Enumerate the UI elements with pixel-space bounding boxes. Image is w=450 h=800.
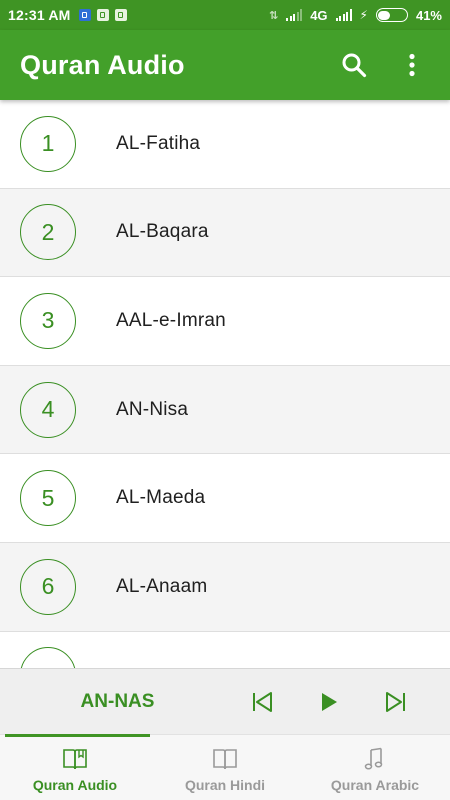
signal-icon [335,9,352,21]
vpn-icon [78,9,91,21]
network-type: 4G [310,7,328,23]
nav-tab-quran-hindi[interactable]: Quran Hindi [150,735,300,800]
overflow-menu-button[interactable] [394,47,430,83]
play-button[interactable] [311,684,347,720]
shield-icon [114,9,127,21]
signal-icon [286,9,303,21]
bottom-navigation: Quran Audio Quran Hindi Quran Arabic [0,734,450,800]
previous-button[interactable] [245,684,281,720]
list-item[interactable]: 5 AL-Maeda [0,454,450,543]
nav-label: Quran Audio [32,776,118,793]
surah-name: AL-Maeda [116,487,206,509]
status-bar: 12:31 AM ⇅ 4G ⚡ 41% [0,0,450,30]
surah-name: AL-Baqara [116,221,209,243]
search-button[interactable] [336,47,372,83]
charging-icon: ⚡ [359,8,368,22]
list-item[interactable]: 2 AL-Baqara [0,188,450,278]
book-icon [63,748,87,769]
surah-name: AL-Fatiha [116,132,201,154]
list-item[interactable]: 4 AN-Nisa [0,365,450,455]
audio-player: AN-NAS [0,668,450,734]
open-book-icon [213,748,237,769]
status-right: ⇅ 4G ⚡ 41% [269,8,442,23]
search-icon [342,53,367,78]
data-transfer-icon: ⇅ [268,9,279,22]
nav-tab-quran-audio[interactable]: Quran Audio [0,734,150,800]
surah-number-badge: 6 [20,558,76,615]
surah-number-badge [20,647,76,668]
status-time: 12:31 AM [8,7,71,23]
surah-number-badge: 4 [20,381,76,438]
surah-number-badge: 3 [20,292,76,349]
nav-label: Quran Arabic [330,776,420,793]
notification-icons [78,9,127,21]
next-button[interactable] [377,684,413,720]
now-playing-title[interactable]: AN-NAS [0,691,235,713]
list-item[interactable]: 3 AAL-e-Imran [0,277,450,366]
more-vert-icon [409,53,415,77]
nav-label: Quran Hindi [184,776,266,793]
page-title: Quran Audio [20,49,185,80]
play-icon [322,692,337,711]
surah-name: AN-Nisa [116,398,189,420]
player-controls [245,684,413,720]
battery-icon [375,8,408,22]
skip-next-icon [386,691,405,712]
surah-number-badge: 5 [20,470,76,527]
surah-list: 1 AL-Fatiha 2 AL-Baqara 3 AAL-e-Imran 4 … [0,100,450,668]
list-item[interactable] [0,632,450,668]
music-note-icon [364,747,383,770]
surah-number-badge: 2 [20,204,76,261]
list-item[interactable]: 6 AL-Anaam [0,542,450,632]
nav-tab-quran-arabic[interactable]: Quran Arabic [300,735,450,800]
battery-fill [378,10,390,20]
skip-previous-icon [253,691,272,712]
list-item[interactable]: 1 AL-Fatiha [0,100,450,189]
shield-icon [96,9,109,21]
surah-number-badge: 1 [20,115,76,172]
app-actions [336,47,430,83]
battery-percent: 41% [415,7,442,23]
surah-name: AAL-e-Imran [116,309,226,331]
surah-name: AL-Anaam [116,575,208,597]
app-bar: Quran Audio [0,30,450,100]
